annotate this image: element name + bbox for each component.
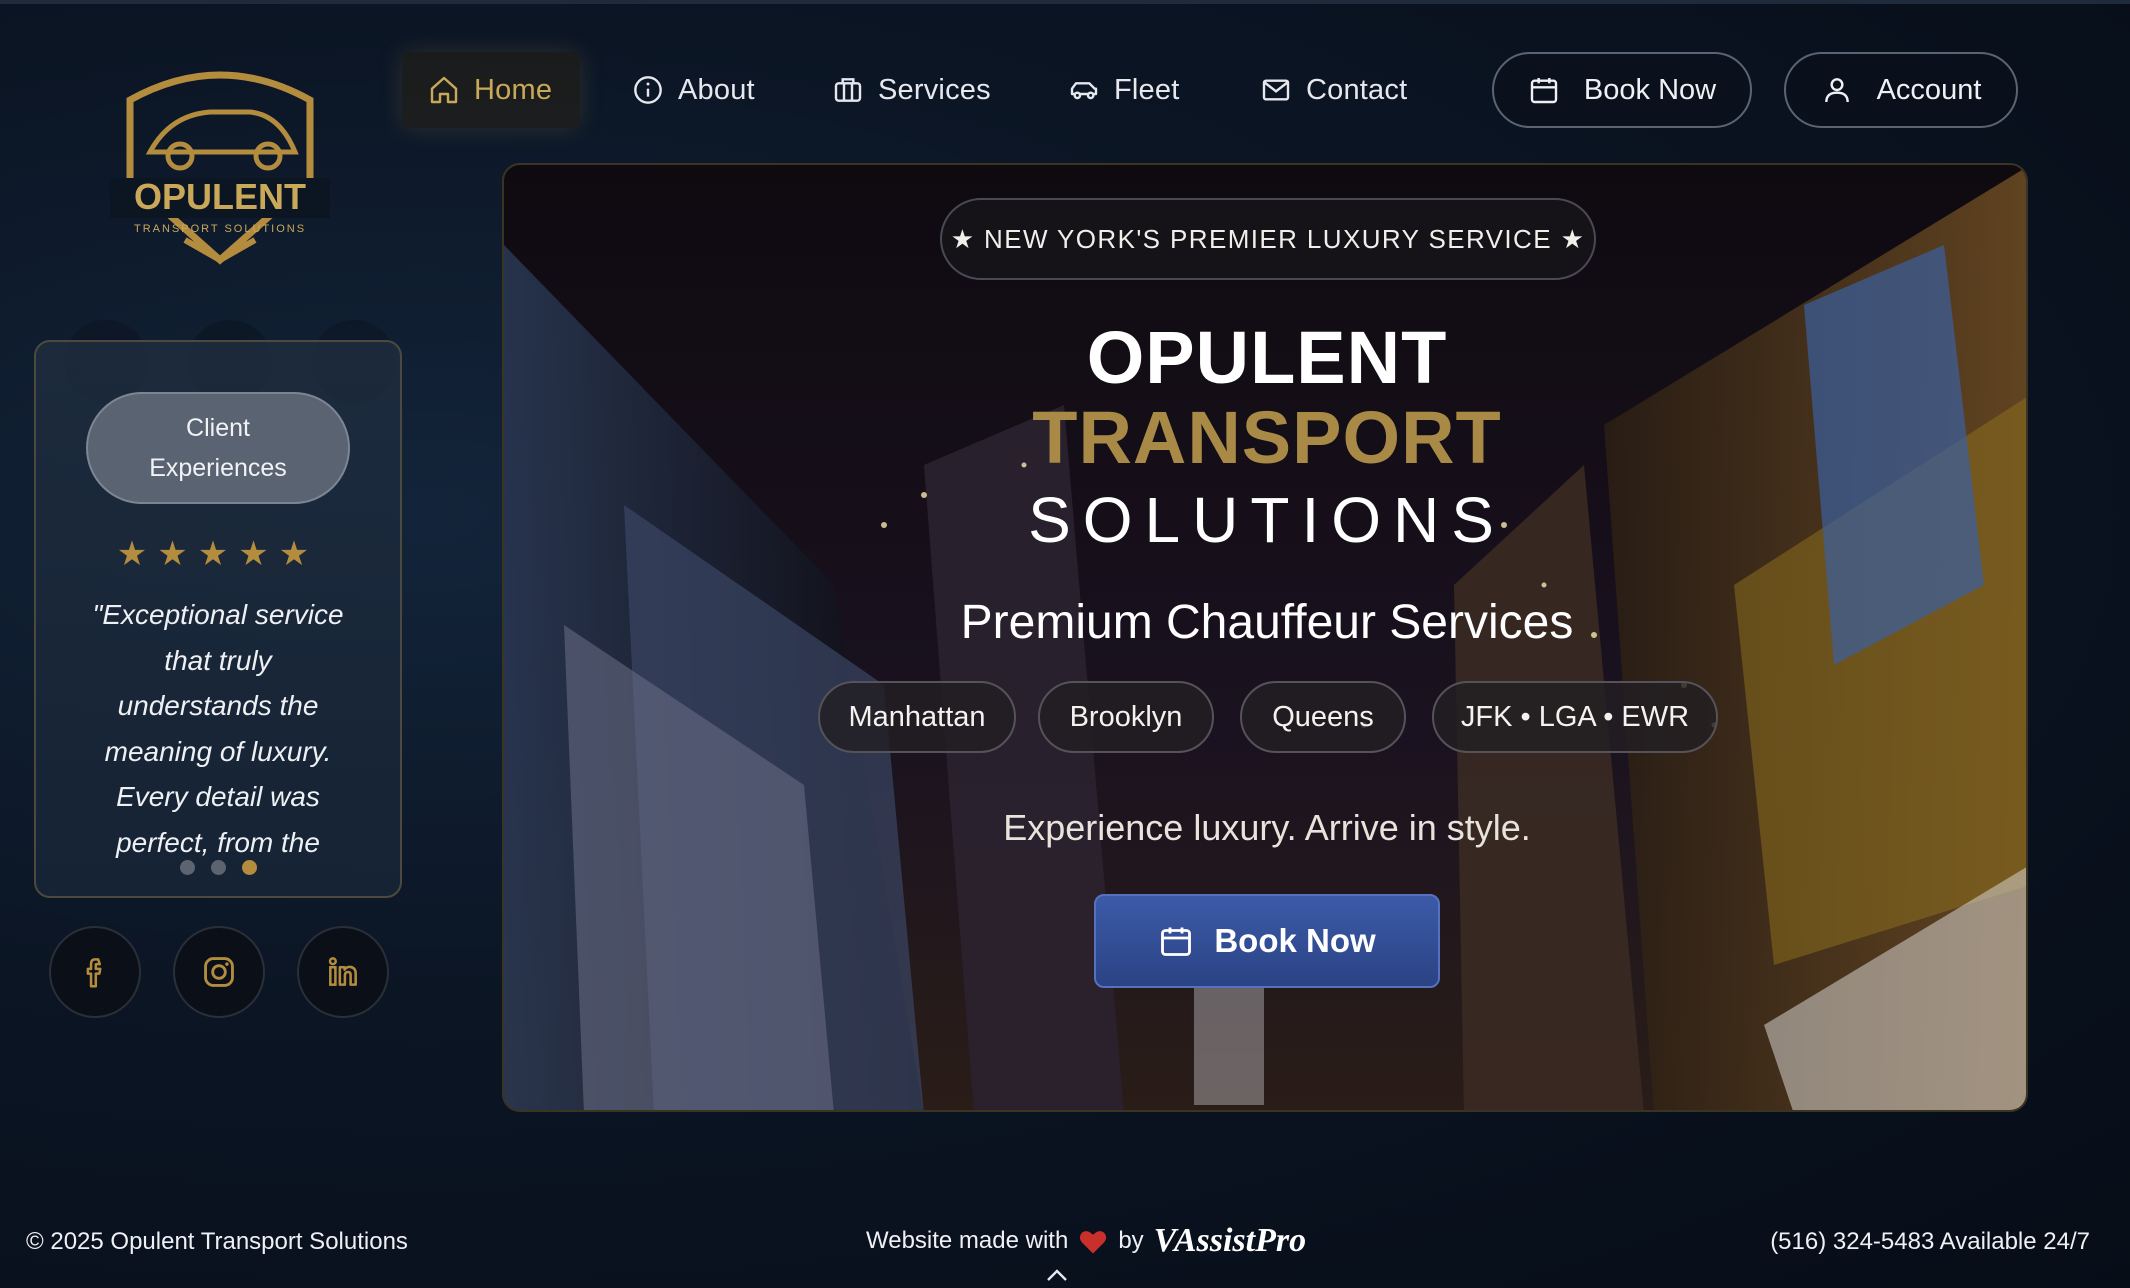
nav-contact[interactable]: Contact bbox=[1260, 52, 1407, 128]
account-button[interactable]: Account bbox=[1784, 52, 2018, 128]
top-border bbox=[0, 0, 2130, 4]
logo-emblem-icon: OPULENT TRANSPORT SOLUTIONS bbox=[110, 71, 330, 265]
nav-fleet-label: Fleet bbox=[1114, 73, 1180, 106]
hero-title-transport: TRANSPORT bbox=[1032, 396, 1502, 479]
nav-home-label: Home bbox=[474, 73, 553, 106]
account-label: Account bbox=[1876, 73, 1982, 106]
location-chip-queens: Queens bbox=[1240, 681, 1406, 753]
nav-services[interactable]: Services bbox=[832, 52, 991, 128]
location-chip-manhattan: Manhattan bbox=[818, 681, 1016, 753]
heart-icon bbox=[1080, 1231, 1107, 1254]
linkedin-icon bbox=[328, 957, 357, 986]
book-now-button[interactable]: Book Now bbox=[1492, 52, 1752, 128]
info-icon bbox=[634, 76, 662, 104]
hero-title-opulent: OPULENT bbox=[1086, 316, 1448, 399]
briefcase-icon bbox=[834, 78, 862, 102]
hero-book-now-button[interactable]: Book Now bbox=[1094, 894, 1440, 988]
home-icon bbox=[430, 76, 458, 104]
brand-logo[interactable]: OPULENT TRANSPORT SOLUTIONS bbox=[110, 60, 330, 270]
client-experiences-title[interactable]: Client Experiences bbox=[86, 392, 350, 504]
car-icon bbox=[1070, 82, 1098, 100]
location-chip-brooklyn: Brooklyn bbox=[1038, 681, 1214, 753]
nav-home[interactable]: Home bbox=[402, 52, 580, 128]
calendar-icon bbox=[1530, 78, 1558, 104]
footer-credit: Website made with by VAssistPro bbox=[866, 1222, 1306, 1260]
footer-made-with: Website made with bbox=[866, 1227, 1069, 1254]
facebook-icon bbox=[86, 958, 102, 988]
hero-title-solutions: SOLUTIONS bbox=[1028, 484, 1506, 556]
testimonial-card: Client Experiences ★★★★★ "Exceptional se… bbox=[34, 340, 402, 898]
hero-book-now-label: Book Now bbox=[1214, 922, 1376, 959]
hero-subtitle: Premium Chauffeur Services bbox=[960, 596, 1574, 649]
testimonial-quote: "Exceptional service that truly understa… bbox=[92, 599, 344, 858]
svg-text:OPULENT: OPULENT bbox=[134, 176, 306, 217]
carousel-dot[interactable] bbox=[179, 860, 195, 875]
instagram-icon bbox=[204, 957, 234, 987]
svg-text:TRANSPORT SOLUTIONS: TRANSPORT SOLUTIONS bbox=[134, 223, 306, 235]
calendar-icon bbox=[1161, 927, 1192, 956]
carousel-dot-active[interactable] bbox=[241, 860, 257, 875]
hero-banner: ★ NEW YORK'S PREMIER LUXURY SERVICE ★ OP… bbox=[502, 163, 2028, 1112]
chevron-up-icon[interactable] bbox=[1046, 1268, 1068, 1282]
nav-about[interactable]: About bbox=[632, 52, 755, 128]
hero-tagline: Experience luxury. Arrive in style. bbox=[1003, 807, 1531, 848]
book-now-label: Book Now bbox=[1583, 73, 1717, 106]
carousel-dots bbox=[36, 860, 400, 875]
location-chip-airports: JFK • LGA • EWR bbox=[1432, 681, 1718, 753]
footer-by: by bbox=[1118, 1227, 1144, 1254]
facebook-button[interactable] bbox=[49, 926, 141, 1018]
instagram-button[interactable] bbox=[173, 926, 265, 1018]
nav-about-label: About bbox=[678, 73, 755, 106]
nav-contact-label: Contact bbox=[1306, 73, 1408, 106]
footer-phone[interactable]: (516) 324-5483 Available 24/7 bbox=[1770, 1228, 2090, 1256]
rating-stars: ★★★★★ bbox=[116, 535, 320, 573]
nav-fleet[interactable]: Fleet bbox=[1068, 52, 1179, 128]
vassistpro-logo[interactable]: VAssistPro bbox=[1154, 1222, 1306, 1260]
premier-service-badge: ★ NEW YORK'S PREMIER LUXURY SERVICE ★ bbox=[940, 198, 1596, 280]
footer-copyright: © 2025 Opulent Transport Solutions bbox=[26, 1228, 408, 1255]
user-icon bbox=[1824, 78, 1849, 103]
carousel-dot[interactable] bbox=[210, 860, 226, 875]
nav-services-label: Services bbox=[878, 73, 991, 106]
mail-icon bbox=[1262, 79, 1290, 101]
linkedin-button[interactable] bbox=[297, 926, 389, 1018]
